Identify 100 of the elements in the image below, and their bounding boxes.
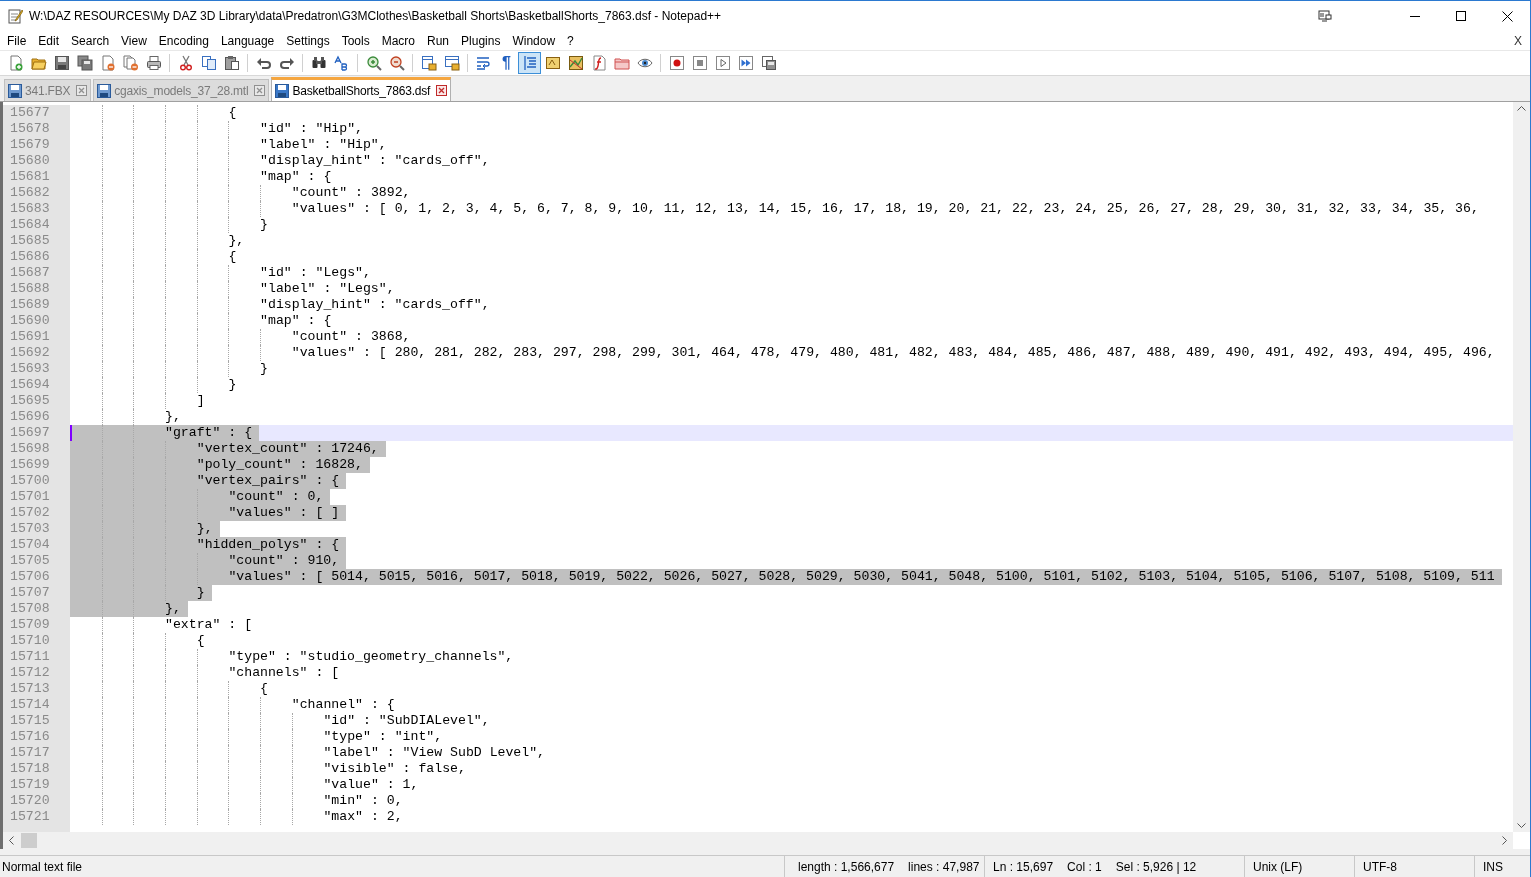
line-number: 15707 — [3, 585, 70, 601]
code-line: ] — [196, 393, 205, 409]
code-line: { — [196, 633, 205, 649]
menu-item[interactable]: View — [115, 31, 153, 50]
line-number: 15717 — [3, 745, 70, 761]
line-number: 15701 — [3, 489, 70, 505]
close-icon — [1501, 10, 1513, 22]
line-number: 15684 — [3, 217, 70, 233]
line-number: 15704 — [3, 537, 70, 553]
line-number: 15691 — [3, 329, 70, 345]
zoom-in-icon — [365, 55, 382, 71]
line-number: 15713 — [3, 681, 70, 697]
vertical-scrollbar[interactable] — [1513, 102, 1530, 832]
menu-item[interactable]: Run — [421, 31, 456, 50]
text-cursor — [70, 425, 72, 441]
code-line: "max" : 2, — [323, 809, 403, 825]
floppy-disks-icon — [76, 55, 93, 71]
locked-windows-icon — [443, 55, 460, 71]
line-number: 15698 — [3, 441, 70, 457]
line-number: 15682 — [3, 185, 70, 201]
line-number: 15690 — [3, 313, 70, 329]
code-line: } — [196, 585, 205, 601]
line-number: 15686 — [3, 249, 70, 265]
stop-icon — [691, 55, 708, 71]
menu-item[interactable]: Macro — [375, 31, 421, 50]
code-line: "label" : "Hip", — [260, 137, 387, 153]
status-text: length : 1,566,677 — [798, 858, 895, 876]
minimize-icon — [1410, 15, 1420, 17]
line-number: 15678 — [3, 121, 70, 137]
printer-icon — [145, 55, 162, 71]
horizontal-scrollbar[interactable] — [3, 832, 1513, 849]
menu-item[interactable]: Edit — [32, 31, 66, 50]
close-document-button[interactable]: X — [1514, 31, 1522, 50]
menu-item[interactable]: File — [1, 31, 33, 50]
line-number: 15677 — [3, 105, 70, 121]
code-line: "value" : 1, — [323, 777, 419, 793]
line-number: 15720 — [3, 793, 70, 809]
line-number: 15699 — [3, 457, 70, 473]
code-line: "extra" : [ — [165, 617, 253, 633]
line-number: 15683 — [3, 201, 70, 217]
status-text: Ln : 15,697 — [993, 858, 1054, 876]
code-line: "values" : [ 280, 281, 282, 283, 297, 298, 299, 301, 464, 478, 479, 480, 481, 482, 483, 484, 485, 486, 487, 488, 489, 490, 491, 492, 493, 494, 495, 496, — [291, 345, 1495, 361]
line-number: 15710 — [3, 633, 70, 649]
line-number: 15706 — [3, 569, 70, 585]
close-tab-icon[interactable] — [254, 85, 266, 96]
scroll-right-icon[interactable] — [1502, 836, 1507, 845]
play-icon — [714, 55, 731, 71]
code-line: }, — [165, 601, 181, 617]
code-line: "label" : "View SubD Level", — [323, 745, 546, 761]
scroll-left-icon[interactable] — [9, 836, 14, 845]
code-line: "poly_count" : 16828, — [196, 457, 363, 473]
code-line: "channels" : [ — [228, 665, 340, 681]
code-line: "count" : 0, — [228, 489, 324, 505]
code-line: "values" : [ 5014, 5015, 5016, 5017, 5018, 5019, 5022, 5026, 5027, 5028, 5029, 5030, 5041, 5048, 5100, 5101, 5102, 5103, 5104, 5105, 5106, 5107, 5108, 5109, 511 — [228, 569, 1495, 585]
code-line: "id" : "Hip", — [260, 121, 363, 137]
line-number: 15697 — [3, 425, 70, 441]
code-line: { — [228, 249, 237, 265]
status-text: Unix (LF) — [1253, 858, 1303, 876]
window-title: W:\DAZ RESOURCES\My DAZ 3D Library\data\Predatron\G3MClothes\Basketball Shorts\BasketballShorts_7863.dsf - Notepad++ — [29, 8, 722, 25]
menu-item[interactable]: Search — [65, 31, 116, 50]
menu-item[interactable]: Language — [214, 31, 281, 50]
scrollbar-thumb[interactable] — [21, 833, 37, 848]
document-tab[interactable]: BasketballShorts_7863.dsf — [271, 77, 452, 101]
line-number: 15692 — [3, 345, 70, 361]
fast-forward-icon — [737, 55, 754, 71]
redo-icon — [278, 55, 295, 71]
status-text: Normal text file — [2, 858, 83, 876]
menu-item[interactable]: ? — [561, 31, 580, 50]
code-line: "count" : 3868, — [291, 329, 411, 345]
document-close-icon — [99, 55, 116, 71]
code-line: }, — [228, 233, 245, 249]
code-line: }, — [196, 521, 213, 537]
close-tab-icon[interactable] — [76, 85, 88, 96]
code-line: }, — [165, 409, 181, 425]
save-macro-icon — [760, 55, 777, 71]
close-tab-icon[interactable] — [436, 85, 448, 96]
code-line: "map" : { — [260, 313, 332, 329]
line-number: 15711 — [3, 649, 70, 665]
code-line: "id" : "Legs", — [260, 265, 371, 281]
binoculars-icon — [310, 55, 327, 71]
document-map-icon — [567, 55, 584, 71]
scroll-up-icon[interactable] — [1517, 106, 1526, 111]
code-line: "display_hint" : "cards_off", — [260, 297, 490, 313]
menu-item[interactable]: Plugins — [455, 31, 507, 50]
line-number: 15681 — [3, 169, 70, 185]
menu-item[interactable]: Window — [506, 31, 562, 50]
code-line: } — [260, 217, 268, 233]
window-snap-icon[interactable] — [1318, 9, 1332, 23]
line-number: 15680 — [3, 153, 70, 169]
show-symbols-button[interactable]: ¶ — [495, 52, 518, 74]
status-text: INS — [1483, 858, 1503, 876]
status-text: UTF-8 — [1363, 858, 1397, 876]
code-line: } — [260, 361, 268, 377]
menu-item[interactable]: Settings — [280, 31, 336, 50]
line-number: 15716 — [3, 729, 70, 745]
menu-item[interactable]: Tools — [335, 31, 376, 50]
scroll-down-icon[interactable] — [1517, 823, 1526, 828]
menu-item[interactable]: Encoding — [152, 31, 215, 50]
code-line: "visible" : false, — [323, 761, 466, 777]
line-number: 15694 — [3, 377, 70, 393]
